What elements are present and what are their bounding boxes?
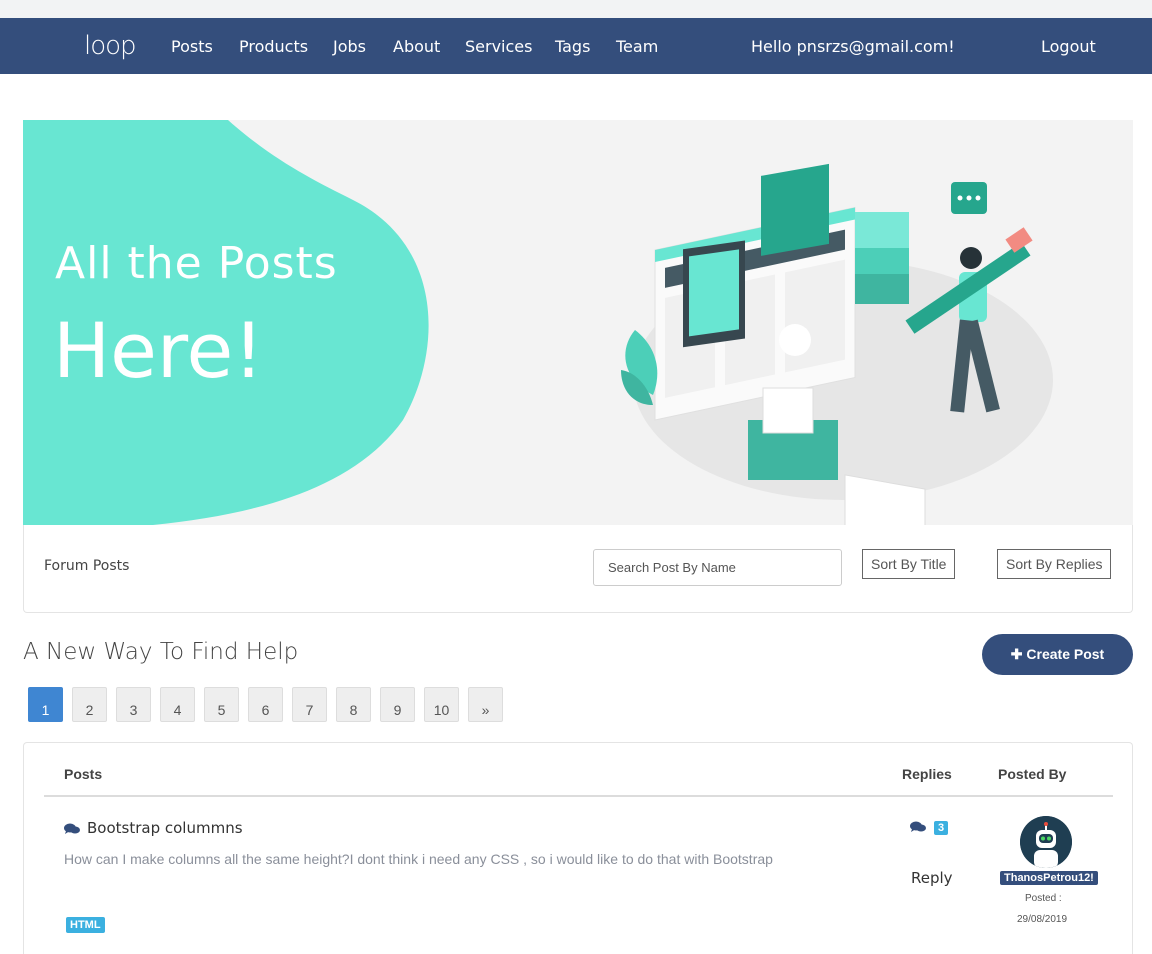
create-post-button[interactable]: ✚ Create Post (982, 634, 1133, 675)
browser-top-strip (0, 0, 1152, 18)
logout-link[interactable]: Logout (1041, 37, 1096, 56)
replies-icon (910, 821, 926, 832)
page-heading: A New Way To Find Help (23, 639, 299, 665)
nav-link-posts[interactable]: Posts (171, 37, 213, 56)
page-2-button[interactable]: 2 (72, 687, 107, 722)
header-divider (44, 795, 1113, 797)
post-tag[interactable]: HTML (66, 917, 105, 933)
page-6-button[interactable]: 6 (248, 687, 283, 722)
page-3-button[interactable]: 3 (116, 687, 151, 722)
post-title-link[interactable]: Bootstrap colummns (87, 819, 243, 837)
column-header-replies: Replies (902, 766, 952, 782)
page-4-button[interactable]: 4 (160, 687, 195, 722)
forum-posts-label: Forum Posts (44, 558, 130, 574)
nav-link-jobs[interactable]: Jobs (333, 37, 366, 56)
page-5-button[interactable]: 5 (204, 687, 239, 722)
nav-link-team[interactable]: Team (616, 37, 658, 56)
nav-link-products[interactable]: Products (239, 37, 308, 56)
posted-date: 29/08/2019 (1017, 914, 1068, 925)
page-9-button[interactable]: 9 (380, 687, 415, 722)
nav-link-services[interactable]: Services (465, 37, 532, 56)
page-8-button[interactable]: 8 (336, 687, 371, 722)
sort-by-replies-button[interactable]: Sort By Replies (997, 549, 1112, 579)
forum-toolbar: Forum Posts Sort By Title Sort By Replie… (23, 525, 1133, 613)
nav-link-about[interactable]: About (393, 37, 440, 56)
page-7-button[interactable]: 7 (292, 687, 327, 722)
hero-banner: All the Posts Here! (23, 120, 1133, 525)
reply-count-badge: 3 (934, 821, 949, 835)
nav-link-tags[interactable]: Tags (555, 37, 590, 56)
avatar[interactable] (1020, 816, 1072, 868)
username-badge[interactable]: ThanosPetrou12! (1000, 871, 1098, 885)
hero-title-line2: Here! (53, 306, 264, 395)
logo[interactable]: loop (84, 31, 137, 61)
posted-label: Posted : (1025, 893, 1062, 904)
page-1-button[interactable]: 1 (28, 687, 63, 722)
plus-icon: ✚ (1010, 646, 1023, 662)
create-post-label: Create Post (1026, 646, 1105, 662)
user-greeting: Hello pnsrzs@gmail.com! (751, 37, 955, 56)
search-input[interactable] (593, 549, 842, 586)
reply-link[interactable]: Reply (911, 869, 953, 887)
column-header-posts: Posts (64, 766, 103, 782)
page-next-button[interactable]: » (468, 687, 503, 722)
posts-table: Posts Replies Posted By Bootstrap columm… (23, 742, 1133, 954)
navbar: loop Posts Products Jobs About Services … (0, 18, 1152, 74)
post-description: How can I make columns all the same heig… (64, 851, 773, 867)
sort-by-title-button[interactable]: Sort By Title (862, 549, 956, 579)
hero-title-line1: All the Posts (55, 238, 338, 289)
robot-avatar-icon (1020, 816, 1072, 868)
comments-icon (64, 823, 80, 834)
page-10-button[interactable]: 10 (424, 687, 459, 722)
column-header-posted-by: Posted By (998, 766, 1067, 782)
